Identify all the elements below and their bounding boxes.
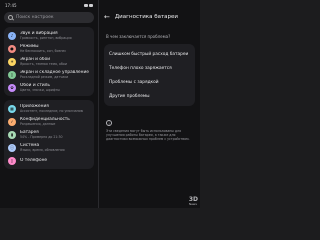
settings-item-subtitle: Разрешения, данные — [20, 122, 56, 126]
watermark-logo: 3D News — [189, 196, 198, 206]
search-placeholder: Поиск настроек — [16, 15, 54, 20]
settings-item-subtitle: Громкость, рингтон, вибрация — [20, 36, 72, 40]
option-other-problems[interactable]: Другие проблемы — [104, 89, 195, 103]
status-time: 17:45 — [5, 2, 17, 8]
palette-icon: ✿ — [8, 83, 16, 92]
sound-icon: ♪ — [8, 31, 16, 40]
option-poor-charging[interactable]: Телефон плохо заряжается — [104, 61, 195, 75]
settings-item-texts: Конфиденциальность Разрешения, данные — [20, 117, 70, 126]
info-icon: i — [106, 120, 112, 126]
settings-item-texts: Экран и обои Яркость, темная тема, обои — [20, 57, 67, 66]
settings-item-texts: Экран и складное управление Раскладной ре… — [20, 70, 89, 79]
settings-item[interactable]: ▯ О телефоне — [4, 154, 94, 167]
status-icons — [83, 3, 93, 7]
privacy-icon: ✓ — [8, 117, 16, 126]
search-icon — [8, 15, 13, 20]
settings-item[interactable]: ▦ Приложения Ассистент, последние, по умол… — [4, 102, 94, 115]
display-icon: ☀ — [8, 57, 16, 66]
settings-item-texts: Обои и стиль Цвета, значки, шрифты — [20, 83, 60, 92]
option-fast-drain[interactable]: Слишком быстрый расход батареи — [104, 47, 195, 61]
settings-item-texts: Приложения Ассистент, последние, по умолч… — [20, 104, 83, 113]
settings-item-subtitle: Раскладной режим, датчики — [20, 75, 69, 79]
settings-item-subtitle: Не беспокоить, сон, бизнес — [20, 49, 67, 53]
back-arrow-icon[interactable]: ← — [104, 13, 110, 21]
settings-item[interactable]: ● Режимы Не беспокоить, сон, бизнес — [4, 42, 94, 55]
page-title: Диагностика батареи — [114, 14, 178, 20]
settings-item[interactable]: ✿ Обои и стиль Цвета, значки, шрифты — [4, 81, 94, 94]
settings-item[interactable]: ✓ Конфиденциальность Разрешения, данные — [4, 115, 94, 128]
settings-item-title: О телефоне — [20, 158, 48, 163]
settings-item[interactable]: ⓘ Система Языки, время, обновления — [4, 141, 94, 154]
system-icon: ⓘ — [8, 143, 16, 152]
signal-icon — [83, 3, 88, 7]
settings-item-texts: О телефоне — [20, 158, 47, 163]
settings-item-subtitle: 54% - Примерно до 21:30 — [20, 135, 63, 139]
settings-list: ♪ Звук и вибрация Громкость, рингтон, вибр… — [0, 27, 98, 169]
settings-item-texts: Батарея 54% - Примерно до 21:30 — [20, 130, 63, 139]
settings-panel: 17:45 Поиск настроек ♪ Звук и вибрация Гро… — [0, 0, 98, 208]
question-label: В чем заключается проблема? — [106, 34, 171, 39]
settings-item-subtitle: Яркость, темная тема, обои — [20, 62, 67, 66]
search-input[interactable]: Поиск настроек — [4, 12, 94, 23]
watermark-sub: News — [188, 202, 197, 206]
settings-item[interactable]: ▮ Батарея 54% - Примерно до 21:30 — [4, 128, 94, 141]
settings-group: ♪ Звук и вибрация Громкость, рингтон, вибр… — [4, 27, 94, 96]
phone-icon: ▯ — [8, 156, 16, 165]
settings-item-texts: Звук и вибрация Громкость, рингтон, вибра… — [20, 31, 72, 40]
settings-item-texts: Режимы Не беспокоить, сон, бизнес — [20, 44, 66, 53]
battery-diagnostics-panel: ← Диагностика батареи В чем заключается … — [99, 0, 200, 208]
settings-item-subtitle: Цвета, значки, шрифты — [20, 88, 60, 92]
apps-icon: ▦ — [8, 104, 16, 113]
info-section: i Эти сведения могут быть использованы д… — [106, 120, 193, 142]
info-text: Эти сведения могут быть использованы для… — [106, 129, 190, 142]
settings-item-texts: Система Языки, время, обновления — [20, 143, 65, 152]
settings-group: ▦ Приложения Ассистент, последние, по умол… — [4, 100, 94, 169]
modes-icon: ● — [8, 44, 16, 53]
top-app-bar: ← Диагностика батареи — [99, 10, 200, 24]
option-charging-problems[interactable]: Проблемы с зарядкой — [104, 75, 195, 89]
options-list: Слишком быстрый расход батареи Телефон п… — [104, 44, 195, 106]
settings-item[interactable]: ▯ Экран и складное управление Раскладной р… — [4, 68, 94, 81]
battery-icon: ▮ — [8, 130, 16, 139]
fold-icon: ▯ — [8, 70, 16, 79]
status-bar: 17:45 — [0, 0, 98, 10]
settings-item[interactable]: ♪ Звук и вибрация Громкость, рингтон, вибр… — [4, 29, 94, 42]
battery-status-icon — [89, 3, 93, 7]
settings-item-subtitle: Языки, время, обновления — [20, 148, 65, 152]
settings-item[interactable]: ☀ Экран и обои Яркость, темная тема, обои — [4, 55, 94, 68]
settings-item-subtitle: Ассистент, последние, по умолчанию — [20, 109, 84, 113]
